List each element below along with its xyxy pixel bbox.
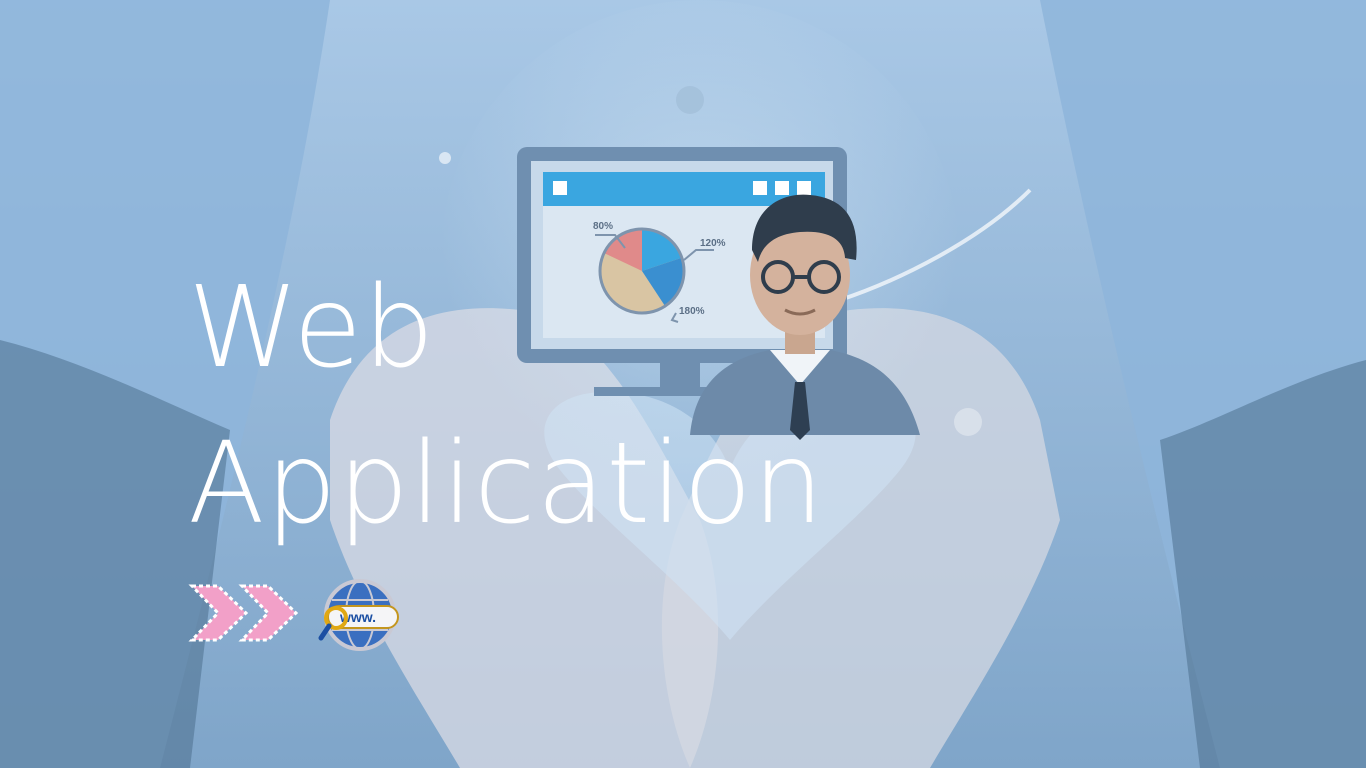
title-application: Application [188,419,825,549]
www-globe-icon: www. [318,579,399,651]
analytics-illustration: 80% 120% 180% [517,147,920,440]
chart-label-180: 180% [679,306,705,317]
title-web: Web [188,263,436,393]
double-chevron-icon [188,584,299,642]
pie-chart [598,227,686,315]
chart-label-120: 120% [700,238,726,249]
chart-label-80: 80% [593,221,613,232]
